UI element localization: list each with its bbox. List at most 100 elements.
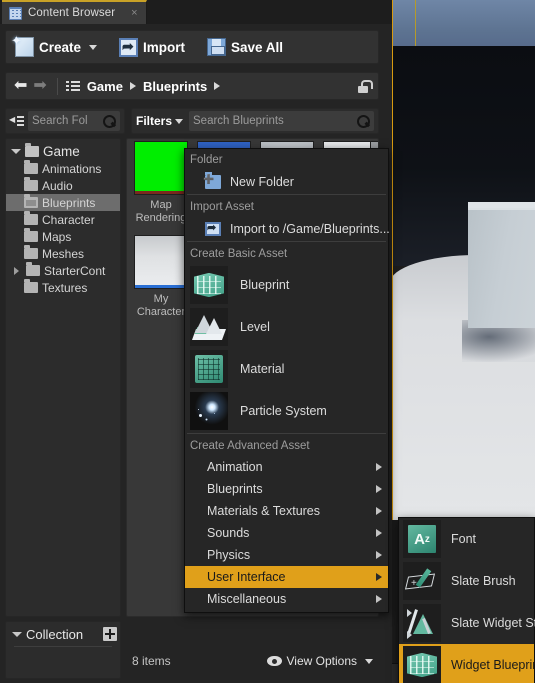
tree-item-textures[interactable]: Textures — [6, 279, 120, 296]
viewport-guide-line — [415, 0, 416, 52]
folder-icon — [26, 262, 40, 276]
add-collection-button[interactable] — [102, 626, 118, 642]
blueprint-icon — [190, 266, 228, 304]
divider — [14, 646, 112, 647]
menu-section-create-basic-asset: Create Basic Asset — [190, 248, 288, 260]
view-options-button[interactable]: View Options — [266, 654, 373, 668]
menu-item-label: Blueprint — [240, 278, 290, 292]
submenu-item-slate-brush[interactable]: + Slate Brush — [399, 560, 534, 602]
tree-item-label: Game — [43, 144, 80, 159]
submenu-item-label: Widget Blueprint — [451, 658, 535, 672]
save-icon — [207, 38, 227, 56]
breadcrumb-item-blueprints[interactable]: Blueprints — [143, 79, 207, 94]
menu-item-physics[interactable]: Physics — [185, 544, 388, 566]
path-list-icon[interactable] — [65, 80, 80, 92]
tree-item-maps[interactable]: Maps — [6, 228, 120, 245]
chevron-right-icon — [376, 485, 382, 493]
collections-title: Collection — [26, 626, 84, 642]
close-icon[interactable]: × — [131, 7, 137, 19]
menu-item-import-to-game-blueprints[interactable]: Import to /Game/Blueprints... — [185, 217, 390, 240]
menu-item-material[interactable]: Material — [185, 348, 388, 390]
lock-icon[interactable] — [358, 79, 373, 93]
import-button[interactable]: Import — [116, 33, 188, 61]
divider — [56, 77, 58, 95]
collapse-tree-icon[interactable] — [9, 115, 24, 127]
chevron-down-icon — [365, 658, 373, 664]
import-icon — [119, 37, 139, 57]
menu-section-create-advanced-asset: Create Advanced Asset — [190, 440, 310, 452]
tree-item-blueprints[interactable]: Blueprints — [6, 194, 120, 211]
save-all-button[interactable]: Save All — [204, 33, 286, 61]
menu-section-import-asset: Import Asset — [190, 201, 254, 213]
folder-search-placeholder: Search Fol — [32, 115, 88, 127]
menu-item-new-folder[interactable]: New Folder — [185, 170, 388, 193]
menu-section-folder: Folder — [190, 154, 223, 166]
new-folder-icon — [203, 171, 221, 189]
save-all-label: Save All — [231, 39, 284, 55]
menu-item-level[interactable]: Level — [185, 306, 388, 348]
expander-icon[interactable] — [11, 631, 22, 637]
tree-item-startercontent[interactable]: StarterCont — [6, 262, 120, 279]
expander-icon[interactable] — [10, 149, 21, 154]
tab-content-browser[interactable]: Content Browser × — [2, 0, 147, 24]
menu-item-label: Material — [240, 362, 285, 376]
folder-icon — [24, 279, 38, 293]
viewport-sky — [390, 0, 535, 52]
tree-item-label: Textures — [42, 280, 88, 295]
menu-item-sounds[interactable]: Sounds — [185, 522, 388, 544]
submenu-item-label: Slate Widget Style — [451, 616, 535, 630]
menu-item-label: Animation — [207, 460, 263, 474]
breadcrumb: ⬅ ➡ Game Blueprints — [5, 72, 379, 100]
widget-blueprint-icon — [403, 646, 441, 683]
breadcrumb-item-game[interactable]: Game — [87, 79, 123, 94]
asset-search-input[interactable]: Search Blueprints — [189, 111, 374, 131]
content-browser-icon — [9, 6, 22, 20]
folder-icon — [24, 245, 38, 259]
eye-icon — [266, 656, 282, 666]
menu-item-particle-system[interactable]: Particle System — [185, 390, 388, 432]
tree-item-game[interactable]: Game — [6, 143, 120, 160]
menu-item-animation[interactable]: Animation — [185, 456, 388, 478]
level-icon — [190, 308, 228, 346]
chevron-right-icon — [376, 551, 382, 559]
menu-item-blueprints[interactable]: Blueprints — [185, 478, 388, 500]
create-button[interactable]: Create — [11, 33, 100, 61]
submenu-item-label: Font — [451, 532, 477, 546]
forward-arrow-icon[interactable]: ➡ — [33, 78, 46, 94]
tree-item-label: Character — [42, 212, 95, 227]
submenu-item-widget-blueprint[interactable]: Widget Blueprint — [399, 644, 535, 683]
submenu-item-font[interactable]: Az Font — [399, 518, 534, 560]
tree-item-label: StarterCont — [44, 263, 106, 278]
expander-icon[interactable] — [11, 266, 22, 275]
menu-item-materials-textures[interactable]: Materials & Textures — [185, 500, 388, 522]
menu-item-user-interface[interactable]: User Interface — [185, 566, 388, 588]
chevron-right-icon[interactable] — [129, 82, 136, 90]
tree-item-meshes[interactable]: Meshes — [6, 245, 120, 262]
create-icon — [11, 33, 34, 57]
menu-item-label: Materials & Textures — [207, 504, 321, 518]
menu-item-label: Particle System — [240, 404, 327, 418]
collections-panel: Collection — [5, 621, 121, 679]
chevron-right-icon[interactable] — [214, 82, 221, 90]
chevron-down-icon — [175, 118, 184, 124]
menu-item-blueprint[interactable]: Blueprint — [185, 264, 388, 306]
filters-button[interactable]: Filters — [136, 114, 184, 128]
import-label: Import — [143, 39, 186, 55]
submenu-item-slate-widget-style[interactable]: Slate Widget Style — [399, 602, 535, 644]
asset-thumbnail[interactable] — [134, 235, 188, 289]
back-arrow-icon[interactable]: ⬅ — [14, 78, 27, 94]
folder-search-container: Search Fol — [5, 108, 125, 134]
tree-item-audio[interactable]: Audio — [6, 177, 120, 194]
search-icon — [103, 114, 116, 128]
menu-item-miscellaneous[interactable]: Miscellaneous — [185, 588, 388, 610]
asset-label: My Character — [136, 293, 186, 318]
tree-item-character[interactable]: Character — [6, 211, 120, 228]
divider — [187, 433, 386, 434]
asset-search-container: Filters Search Blueprints — [131, 108, 379, 134]
folder-search-input[interactable]: Search Fol — [28, 111, 120, 131]
folder-icon — [24, 194, 38, 208]
status-bar: 8 items View Options — [126, 646, 379, 676]
asset-thumbnail[interactable] — [134, 141, 188, 195]
collections-header[interactable]: Collection — [6, 622, 120, 646]
tree-item-animations[interactable]: Animations — [6, 160, 120, 177]
